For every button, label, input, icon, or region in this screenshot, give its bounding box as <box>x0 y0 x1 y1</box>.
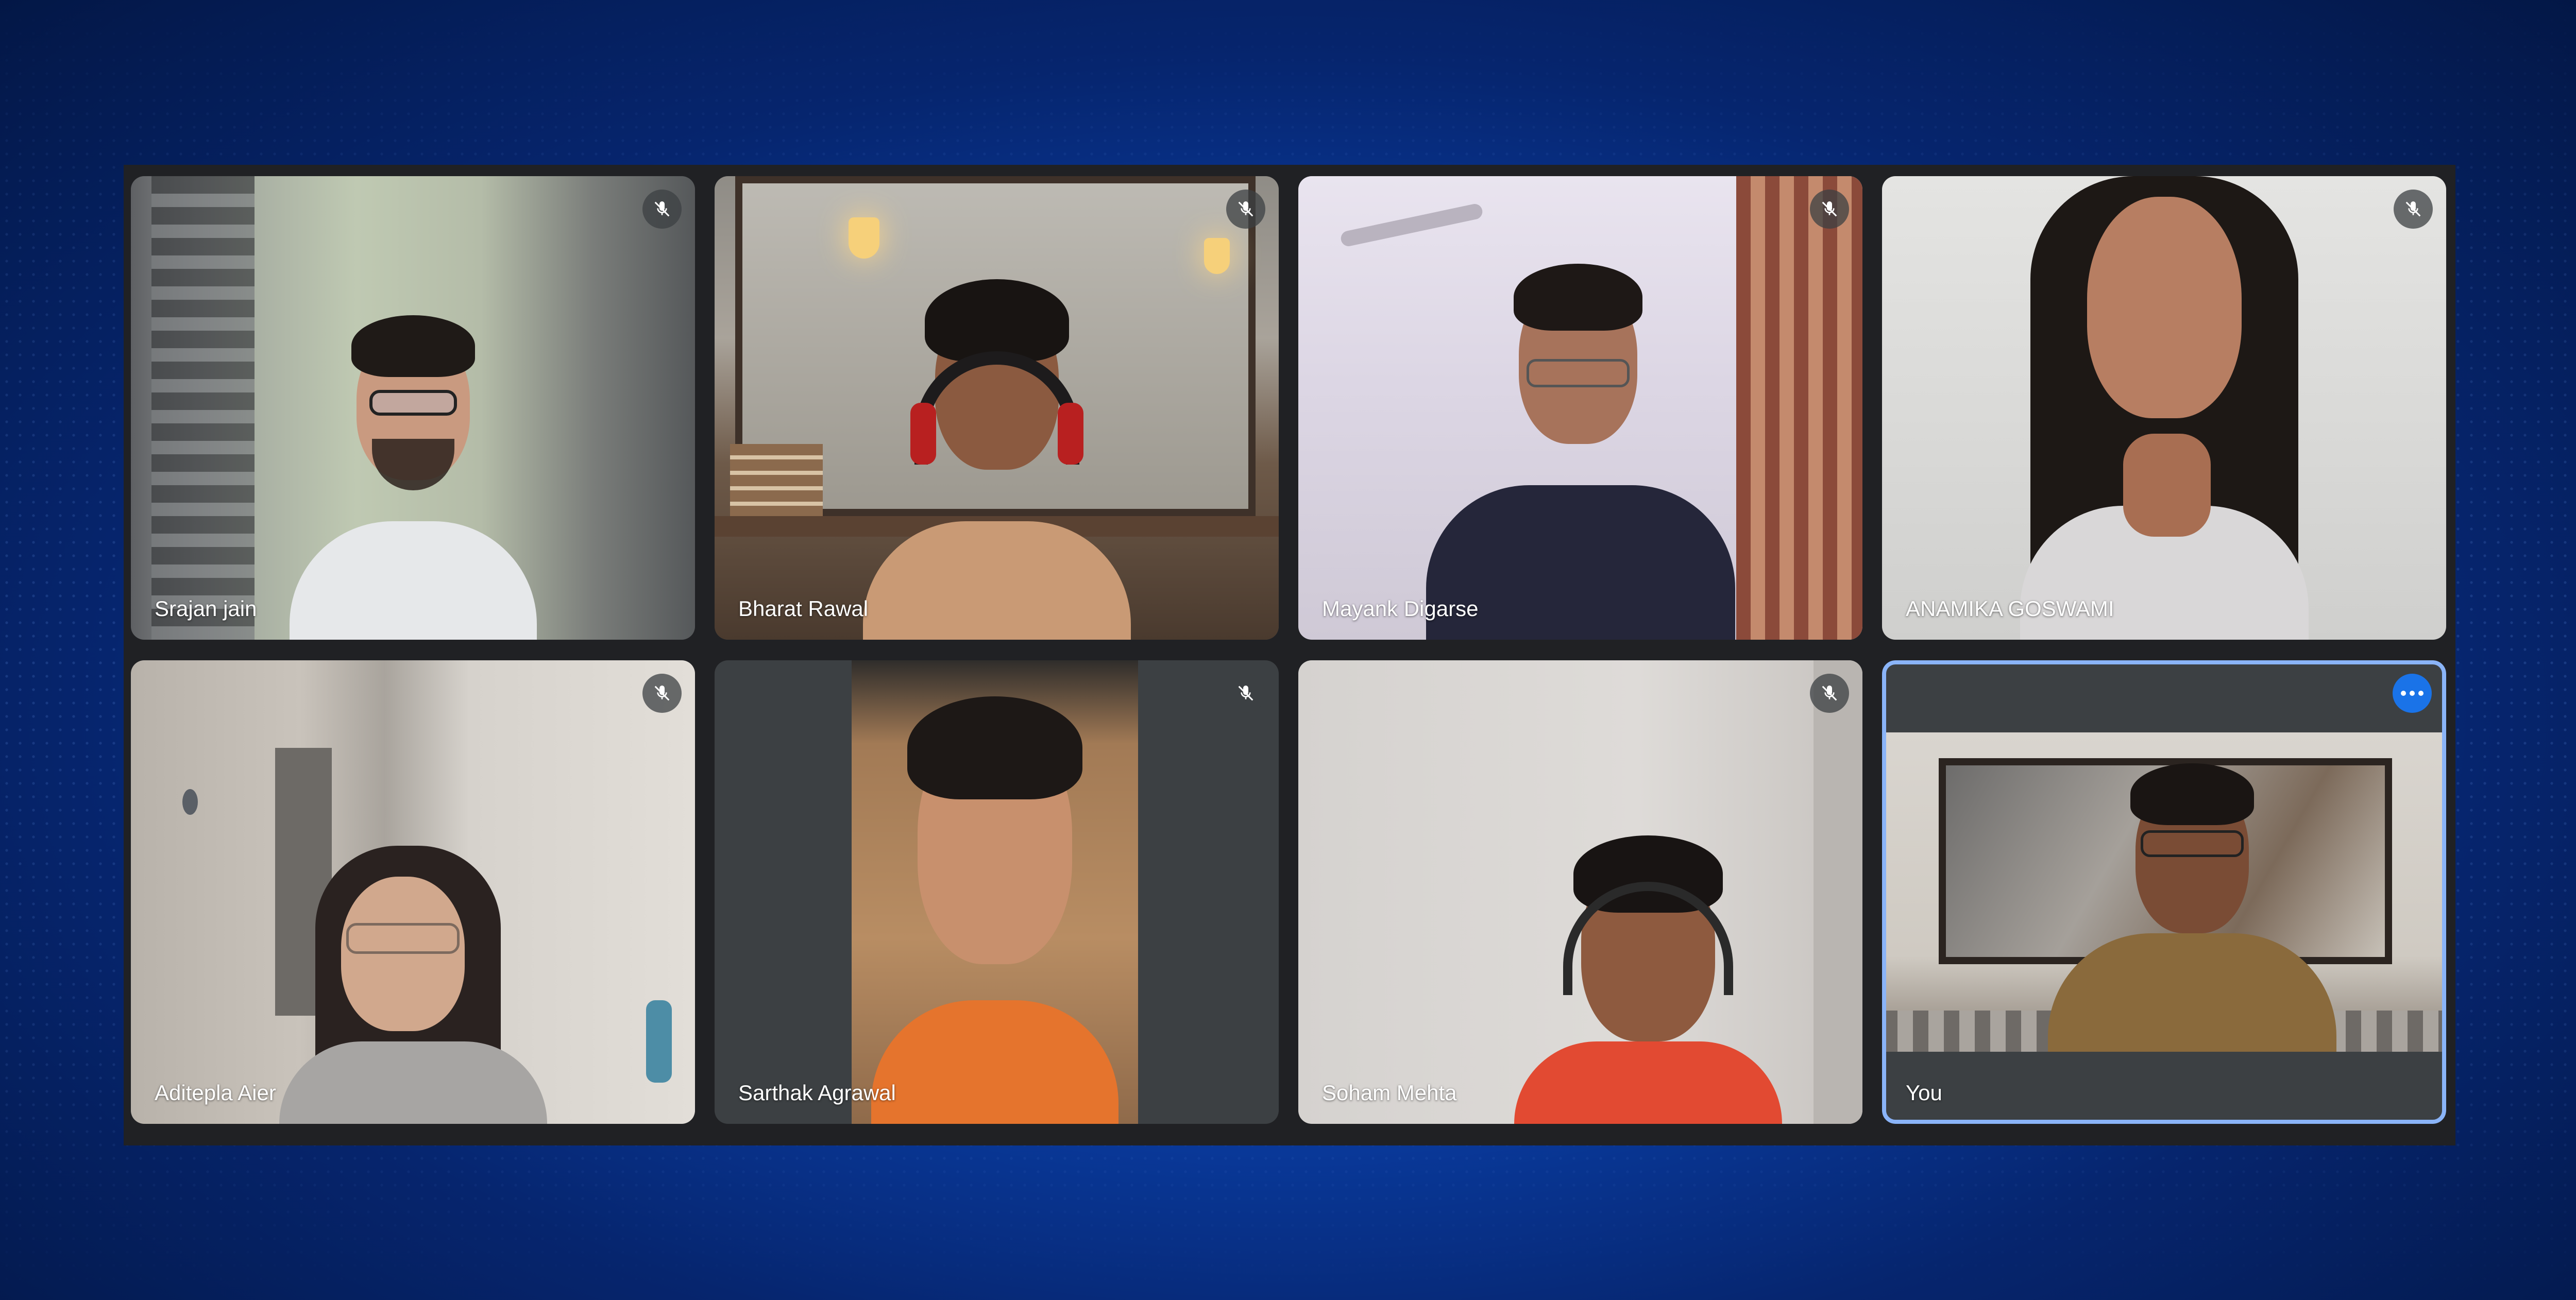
meeting-grid-window: Srajan jain Bharat Rawal Mayank Digarse … <box>124 165 2455 1145</box>
video-feed <box>131 176 695 640</box>
participant-tile-anamika-goswami[interactable]: ANAMIKA GOSWAMI <box>1882 176 2446 640</box>
participant-grid: Srajan jain Bharat Rawal Mayank Digarse … <box>131 176 2449 1134</box>
hand <box>2123 434 2211 537</box>
wall-edge <box>1814 660 1862 1124</box>
participant-tile-sarthak-agrawal[interactable]: Sarthak Agrawal <box>715 660 1279 1124</box>
participant-tile-srajan-jain[interactable]: Srajan jain <box>131 176 695 640</box>
mic-off-icon <box>642 190 682 229</box>
mic-off-icon <box>1810 190 1849 229</box>
mic-off-icon <box>642 674 682 713</box>
participant-name: Soham Mehta <box>1322 1081 1457 1105</box>
video-feed <box>852 660 1138 1124</box>
video-feed <box>1298 176 1862 640</box>
curtain <box>1736 176 1862 640</box>
mic-off-icon <box>1226 674 1265 713</box>
video-feed <box>715 176 1279 640</box>
lamp <box>1204 238 1230 274</box>
more-options-icon[interactable] <box>2393 674 2432 713</box>
participant-name: You <box>1906 1081 1942 1105</box>
participant-name: Aditepla Aier <box>155 1081 276 1105</box>
participant-figure <box>871 681 1118 1124</box>
participant-name: Srajan jain <box>155 596 257 621</box>
participant-name: ANAMIKA GOSWAMI <box>1906 596 2114 621</box>
video-feed <box>1882 732 2446 1052</box>
participant-name: Mayank Digarse <box>1322 596 1479 621</box>
video-feed <box>1298 660 1862 1124</box>
participant-name: Bharat Rawal <box>738 596 869 621</box>
participant-tile-aditepla-aier[interactable]: Aditepla Aier <box>131 660 695 1124</box>
participant-figure <box>2048 763 2337 1052</box>
wall-decor <box>182 789 198 815</box>
participant-tile-mayank-digarse[interactable]: Mayank Digarse <box>1298 176 1862 640</box>
participant-figure <box>1514 825 1782 1124</box>
participant-figure <box>279 846 547 1124</box>
window-blinds <box>151 176 255 640</box>
bottle <box>646 1000 672 1083</box>
mic-off-icon <box>1810 674 1849 713</box>
ceiling-fan <box>1339 202 1484 248</box>
video-feed <box>1882 176 2446 640</box>
books <box>730 444 823 516</box>
participant-tile-bharat-rawal[interactable]: Bharat Rawal <box>715 176 1279 640</box>
participant-tile-soham-mehta[interactable]: Soham Mehta <box>1298 660 1862 1124</box>
participant-figure <box>1421 259 1740 640</box>
participant-name: Sarthak Agrawal <box>738 1081 896 1105</box>
participant-figure <box>1969 176 2360 640</box>
mic-off-icon <box>2394 190 2433 229</box>
participant-figure <box>269 295 557 640</box>
participant-tile-self[interactable]: You <box>1882 660 2446 1124</box>
participant-figure <box>853 233 1141 640</box>
video-feed <box>131 660 695 1124</box>
mic-off-icon <box>1226 190 1265 229</box>
